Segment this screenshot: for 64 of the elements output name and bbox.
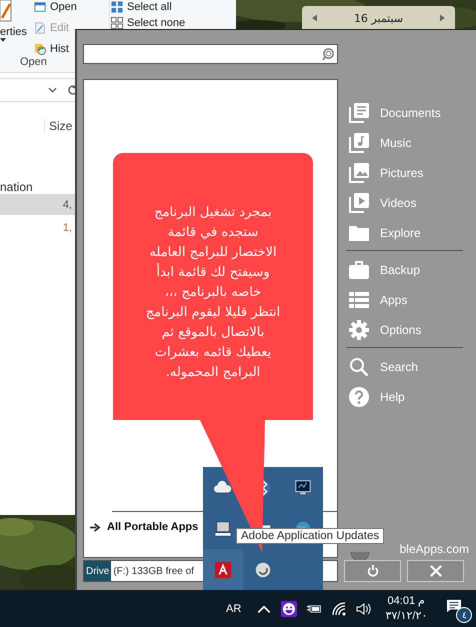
callout-text: بمجرد تشغيل البرنامج ستجده في قائمة الاختصار للبرامج العامله وسيفتح لك قائمة ابدأ خاصه بالبرنامج ،،، انتظر قليلا ليقوم البرنامج بالاتصال بالموقع ثم يعطيك قائمه بعشرات البرامج المحموله. [144, 204, 282, 382]
documents-icon [349, 103, 369, 123]
ribbon-action[interactable]: Hist [34, 42, 77, 55]
brand-text[interactable]: bleApps.com [400, 542, 469, 556]
next-icon[interactable] [440, 14, 445, 22]
drive-label: Drive [84, 561, 112, 581]
previous-icon[interactable] [312, 14, 317, 22]
document-icon [34, 22, 46, 34]
menu-item[interactable]: Pictures [346, 158, 469, 188]
file-row[interactable]: 1, [0, 217, 75, 238]
volume-icon[interactable] [356, 600, 372, 616]
search-field[interactable] [83, 44, 338, 64]
power-icon [366, 565, 378, 577]
menu-item[interactable]: Videos [346, 188, 469, 218]
help-icon [349, 387, 369, 407]
notification-icon[interactable] [446, 598, 462, 612]
language-indicator[interactable]: AR [226, 602, 242, 614]
videos-icon [349, 193, 369, 213]
properties-label[interactable]: erties [0, 26, 27, 38]
all-apps-link[interactable]: All Portable Apps [107, 521, 198, 533]
chevron-down-icon[interactable] [48, 87, 57, 93]
ribbon-action[interactable]: Select all [111, 0, 186, 13]
monitor-icon[interactable] [294, 478, 312, 496]
notification-badge: ٤ [456, 606, 472, 622]
laptop-icon[interactable] [214, 520, 232, 538]
group-label: Open [20, 56, 47, 68]
arrow-right-icon [90, 522, 101, 532]
grid-icon [111, 16, 123, 28]
menu-item[interactable]: Options [346, 315, 469, 345]
caret-icon[interactable] [0, 38, 6, 42]
grid-icon [111, 0, 123, 12]
menu-item[interactable]: Explore [346, 218, 469, 248]
logo-icon [350, 552, 370, 562]
menu-item[interactable]: Apps [346, 285, 469, 315]
search-icon[interactable] [322, 48, 335, 60]
gear-icon [349, 320, 369, 340]
group-heading: nation [0, 180, 34, 194]
menu-item[interactable]: Help [346, 382, 469, 412]
list-icon [349, 290, 369, 310]
history-icon [34, 42, 46, 54]
menu-item[interactable]: Backup [346, 255, 469, 285]
column-header[interactable]: Size [44, 119, 72, 133]
menu-item[interactable]: Music [346, 128, 469, 158]
month-label: 16 سبتمبر [354, 12, 404, 24]
folder-icon [349, 223, 369, 243]
music-icon [349, 133, 369, 153]
menu-item[interactable]: Documents [346, 98, 469, 128]
briefcase-icon [349, 260, 369, 280]
search-icon [349, 357, 369, 377]
update-icon[interactable] [254, 560, 272, 578]
drive-free-space: (F:) 133GB free of [112, 566, 194, 576]
ribbon-action[interactable]: Open [34, 0, 77, 13]
menu-item[interactable]: Search [346, 352, 469, 382]
clock[interactable]: 04:01 م ٣٧/١٢/٢٠ [385, 594, 428, 624]
file-row[interactable]: 4, [0, 194, 75, 215]
smiley-icon[interactable] [281, 600, 298, 616]
adobe-icon[interactable] [214, 560, 232, 578]
close-icon [430, 565, 442, 577]
tooltip: Adobe Application Updates [236, 528, 384, 544]
wifi-icon[interactable] [331, 600, 348, 616]
ribbon-action[interactable]: Select none [111, 16, 186, 29]
pictures-icon [349, 163, 369, 183]
power-button[interactable] [344, 560, 401, 582]
close-button[interactable] [407, 560, 464, 582]
